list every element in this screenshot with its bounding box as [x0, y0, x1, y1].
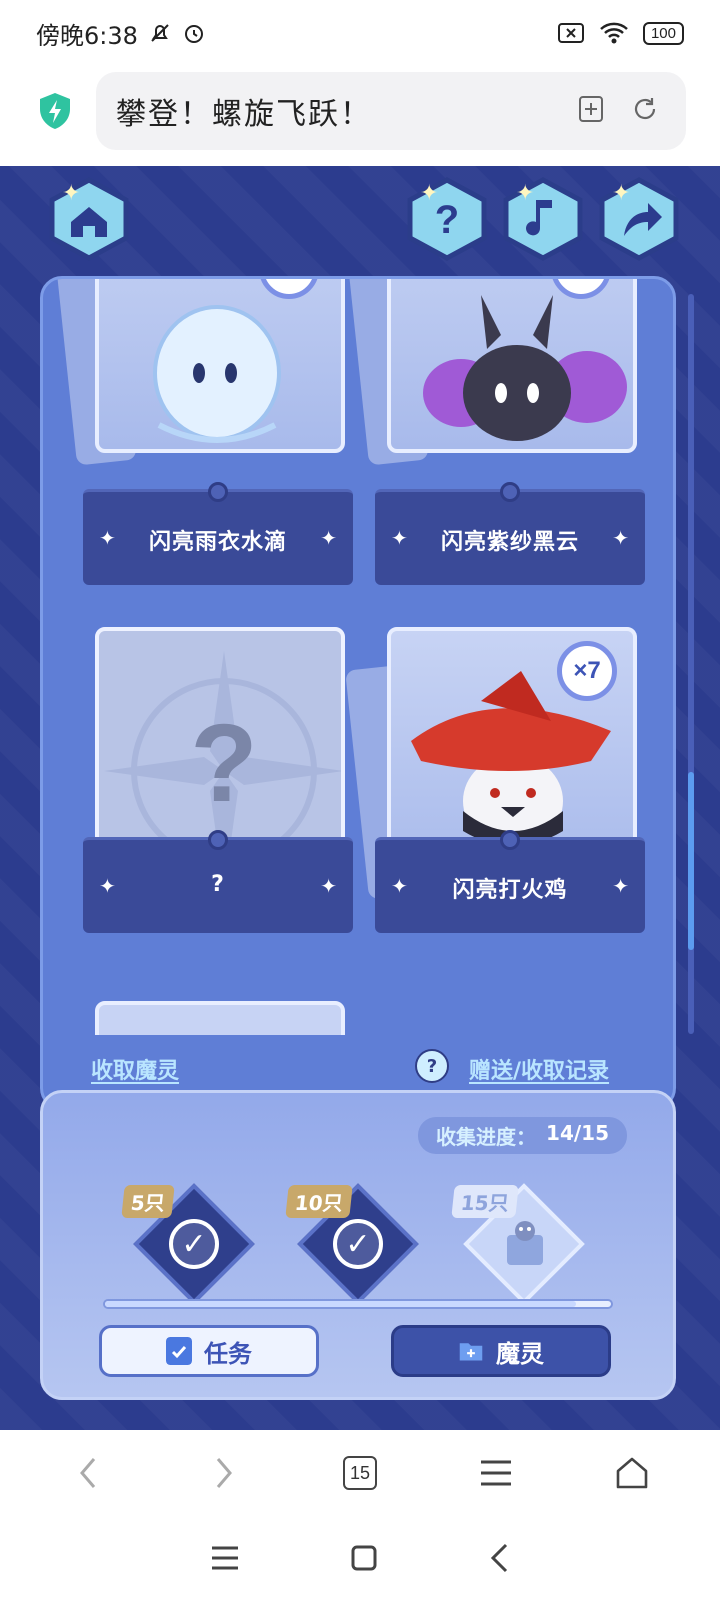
- svg-text:✦: ✦: [516, 181, 534, 206]
- tabs-button[interactable]: 15: [330, 1443, 390, 1503]
- card-grid[interactable]: ×10 ✦ 闪亮雨衣水滴 ✦ ×3 ✦ 闪亮紫纱黑云: [43, 279, 673, 1035]
- progress-panel: 收集进度： 14/15 ✓ 5只 ✓ 10只 15只 任务 魔灵: [40, 1090, 676, 1400]
- task-icon: [166, 1337, 192, 1365]
- alarm-icon: [184, 25, 203, 43]
- share-icon[interactable]: ✦: [596, 176, 682, 262]
- card-name: 闪亮雨衣水滴: [148, 530, 287, 555]
- milestone-tag: 10只: [285, 1185, 353, 1218]
- svg-text:✦: ✦: [612, 181, 630, 206]
- card-name: ?: [211, 872, 225, 897]
- game-view: ✦ ?✦ ✦ ✦ ×10 ✦ 闪亮雨衣水滴 ✦: [0, 166, 720, 1430]
- milestone-15[interactable]: 15只: [451, 1183, 585, 1305]
- home-icon[interactable]: ✦: [46, 176, 132, 262]
- card-art: [95, 279, 345, 453]
- system-home-icon[interactable]: [350, 1544, 378, 1572]
- wifi-icon: [600, 22, 628, 44]
- check-icon: ✓: [169, 1219, 219, 1269]
- gift-record-link[interactable]: 赠送/收取记录: [469, 1053, 609, 1085]
- spirit-button-label: 魔灵: [496, 1339, 544, 1368]
- spirit-button[interactable]: 魔灵: [391, 1325, 611, 1377]
- card-fire-chicken[interactable]: ×7 ✦ 闪亮打火鸡 ✦: [345, 627, 645, 973]
- card-name: 闪亮紫纱黑云: [440, 530, 579, 555]
- menu-button[interactable]: [466, 1443, 526, 1503]
- back-button[interactable]: [58, 1443, 118, 1503]
- browser-home-icon: [616, 1457, 648, 1489]
- collection-panel: ×10 ✦ 闪亮雨衣水滴 ✦ ×3 ✦ 闪亮紫纱黑云: [40, 276, 676, 1110]
- home-button[interactable]: [602, 1443, 662, 1503]
- svg-text:✦: ✦: [62, 181, 80, 206]
- card-water-drop[interactable]: ×10 ✦ 闪亮雨衣水滴 ✦: [53, 279, 353, 585]
- progress-value: 14/15: [546, 1121, 609, 1145]
- system-nav-bar: [0, 1516, 720, 1600]
- svg-text:?: ?: [190, 702, 257, 825]
- card-nameplate: ✦ 闪亮打火鸡 ✦: [375, 830, 645, 933]
- chevron-left-icon: [80, 1458, 96, 1488]
- folder-add-icon: [459, 1343, 483, 1361]
- help-icon[interactable]: ?✦: [404, 176, 490, 262]
- browser-toolbar: 攀登！螺旋飞跃！: [0, 66, 720, 166]
- forward-button[interactable]: [194, 1443, 254, 1503]
- card-name: 闪亮打火鸡: [452, 878, 568, 903]
- card-unknown[interactable]: ? ✦ ? ✦: [83, 627, 353, 973]
- reload-icon[interactable]: [630, 94, 660, 124]
- page-title: 攀登！螺旋飞跃！: [116, 97, 372, 132]
- progress-label: 收集进度： 14/15: [418, 1117, 627, 1154]
- card-partial[interactable]: [95, 1001, 345, 1035]
- address-bar[interactable]: 攀登！螺旋飞跃！: [96, 72, 686, 150]
- milestone-5[interactable]: ✓ 5只: [121, 1183, 255, 1305]
- black-cloud-creature-icon: [423, 295, 627, 441]
- milestone-tag: 15只: [451, 1185, 519, 1218]
- chevron-right-icon: [216, 1458, 232, 1488]
- count-badge: ×7: [557, 641, 617, 701]
- task-button-label: 任务: [204, 1339, 252, 1368]
- water-drop-creature-icon: [153, 305, 281, 443]
- music-icon[interactable]: ✦: [500, 176, 586, 262]
- svg-text:✦: ✦: [420, 181, 438, 206]
- task-button[interactable]: 任务: [99, 1325, 319, 1377]
- progress-bar: [103, 1299, 613, 1309]
- svg-text:?: ?: [435, 198, 459, 242]
- progress-bar-fill: [105, 1301, 576, 1307]
- card-nameplate: ✦ ? ✦: [83, 830, 353, 933]
- card-art: [387, 279, 637, 453]
- no-sim-icon: [557, 23, 584, 43]
- clock: 傍晚6:38: [36, 21, 138, 50]
- collect-spirit-link[interactable]: 收取魔灵: [91, 1053, 179, 1085]
- add-bookmark-icon[interactable]: [576, 94, 606, 124]
- bell-muted-icon: [151, 24, 169, 42]
- browser-nav-bar: 15: [0, 1430, 720, 1516]
- recents-icon[interactable]: [210, 1544, 240, 1572]
- card-black-cloud[interactable]: ×3 ✦ 闪亮紫纱黑云 ✦: [345, 279, 645, 585]
- milestone-tag: 5只: [121, 1185, 175, 1218]
- record-help-icon[interactable]: ?: [415, 1049, 449, 1083]
- milestone-10[interactable]: ✓ 10只: [285, 1183, 419, 1305]
- scrollbar-thumb[interactable]: [688, 772, 694, 950]
- system-back-icon[interactable]: [488, 1542, 510, 1574]
- hamburger-icon: [481, 1460, 511, 1486]
- card-nameplate: ✦ 闪亮紫纱黑云 ✦: [375, 482, 645, 585]
- gift-box-icon: [507, 1221, 543, 1265]
- card-nameplate: ✦ 闪亮雨衣水滴 ✦: [83, 482, 353, 585]
- check-icon: ✓: [333, 1219, 383, 1269]
- battery-indicator: 100: [642, 21, 684, 45]
- shield-icon[interactable]: [38, 92, 72, 130]
- status-bar: 傍晚6:38 100: [0, 0, 720, 66]
- tab-count: 15: [343, 1456, 377, 1490]
